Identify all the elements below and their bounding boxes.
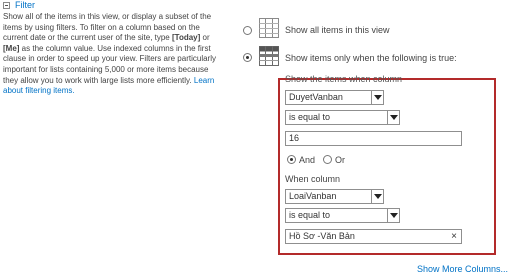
or-radio[interactable]	[323, 155, 332, 164]
show-filtered-label[interactable]: Show items only when the following is tr…	[285, 53, 457, 63]
operator-select-2-value: is equal to	[289, 210, 331, 220]
when-column-label: When column	[285, 174, 341, 184]
value-input-2-text: Hồ Sơ -Văn Bản	[289, 231, 355, 241]
filter-description: Show all of the items in this view, or d…	[3, 12, 218, 97]
column-select-2[interactable]: LoaiVanban	[285, 189, 384, 204]
filter-section-title: Filter	[15, 0, 35, 10]
show-more-columns-link[interactable]: Show More Columns...	[417, 264, 508, 274]
and-radio[interactable]	[287, 155, 296, 164]
filtered-items-grid-icon	[258, 45, 280, 67]
all-items-grid-icon	[258, 17, 280, 39]
collapse-toggle-icon[interactable]	[3, 1, 10, 9]
filter-section-header[interactable]: Filter	[3, 0, 35, 10]
value-input-1[interactable]: 16	[285, 131, 462, 146]
show-filtered-radio[interactable]	[243, 53, 252, 62]
column-select-2-value: LoaiVanban	[289, 191, 337, 201]
description-text-2: or	[200, 33, 210, 43]
show-all-radio[interactable]	[243, 26, 252, 35]
chevron-down-icon[interactable]	[387, 209, 399, 222]
chevron-down-icon[interactable]	[371, 190, 383, 203]
operator-select-2[interactable]: is equal to	[285, 208, 400, 223]
chevron-down-icon[interactable]	[371, 91, 383, 104]
show-all-label[interactable]: Show all items in this view	[285, 25, 390, 35]
clear-icon[interactable]: ×	[451, 230, 457, 243]
operator-select-1[interactable]: is equal to	[285, 110, 400, 125]
column-select-1-value: DuyetVanban	[289, 92, 343, 102]
value-input-2[interactable]: Hồ Sơ -Văn Bản ×	[285, 229, 462, 244]
operator-select-1-value: is equal to	[289, 112, 331, 122]
me-token: [Me]	[3, 43, 20, 53]
filter-clause-header: Show the items when column	[285, 75, 403, 83]
column-select-1[interactable]: DuyetVanban	[285, 90, 384, 105]
value-input-1-text: 16	[289, 133, 300, 143]
chevron-down-icon[interactable]	[387, 111, 399, 124]
today-token: [Today]	[171, 33, 201, 43]
description-text-3: as the column value. Use indexed columns…	[3, 43, 216, 85]
and-label: And	[299, 155, 316, 165]
or-label: Or	[335, 155, 345, 165]
